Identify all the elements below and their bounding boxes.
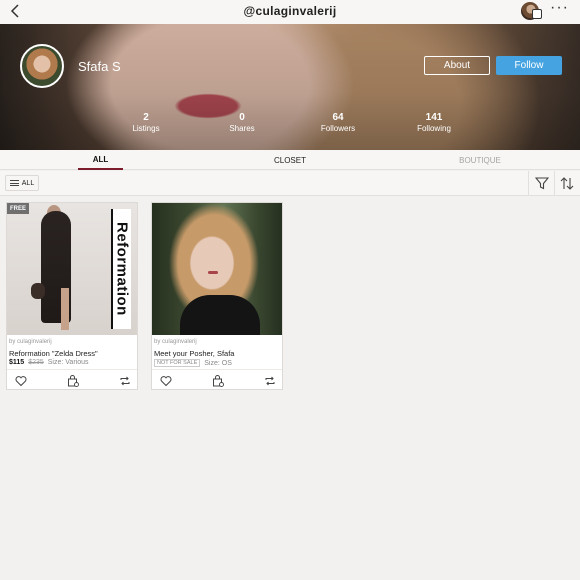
heart-icon[interactable] [15, 374, 27, 387]
listing-size: Size: Various [47, 359, 89, 366]
stat-value: 2 [143, 112, 149, 123]
top-bar: @culaginvalerij ··· [0, 0, 580, 24]
profile-banner: Sfafa S About Follow 2 Listings 0 Shares… [0, 24, 580, 150]
listing-image[interactable] [152, 203, 282, 335]
stat-following[interactable]: 141 Following [404, 112, 464, 133]
follow-button[interactable]: Follow [496, 56, 562, 75]
funnel-icon[interactable] [534, 177, 550, 190]
divider [528, 171, 529, 196]
listing-title[interactable]: Meet your Posher, Sfafa [154, 349, 234, 358]
banner-overlay [0, 24, 580, 150]
not-for-sale-badge: NOT FOR SALE [154, 359, 201, 367]
stat-label: Listings [132, 124, 160, 133]
heart-icon[interactable] [160, 374, 172, 387]
tab-all[interactable]: ALL [78, 150, 123, 170]
page-title: @culaginvalerij [243, 4, 337, 18]
listing-actions [152, 369, 282, 389]
share-icon[interactable] [264, 374, 276, 386]
listing-original-price: $235 [28, 359, 44, 366]
stat-followers[interactable]: 64 Followers [308, 112, 368, 133]
stat-value: 141 [425, 112, 443, 123]
bag-icon[interactable] [532, 9, 542, 19]
profile-avatar[interactable] [20, 44, 64, 88]
tab-boutique[interactable]: BOUTIQUE [448, 150, 512, 170]
listing-title[interactable]: Reformation "Zelda Dress" [9, 349, 98, 358]
stat-listings[interactable]: 2 Listings [116, 112, 176, 133]
listing-image[interactable]: Reformation FREE [7, 203, 137, 335]
menu-lines-icon [9, 180, 19, 186]
stat-value: 64 [332, 112, 344, 123]
listing-card[interactable]: by culaginvalerij Meet your Posher, Sfaf… [151, 202, 283, 390]
stat-label: Followers [320, 124, 356, 133]
listing-actions [7, 369, 137, 389]
sort-icon[interactable] [560, 177, 574, 190]
all-filter-button[interactable]: ALL [5, 175, 39, 191]
bundle-icon[interactable] [212, 374, 224, 387]
filter-bar: ALL [0, 171, 580, 196]
model-leg [61, 288, 69, 330]
free-badge: FREE [7, 203, 30, 214]
about-button[interactable]: About [424, 56, 490, 75]
listing-card[interactable]: Reformation FREE by culaginvalerij Refor… [6, 202, 138, 390]
profile-name: Sfafa S [78, 59, 121, 74]
more-icon[interactable]: ··· [550, 0, 574, 17]
listing-meta: NOT FOR SALE Size: OS [154, 359, 232, 367]
listing-seller[interactable]: by culaginvalerij [154, 339, 197, 345]
brand-panel: Reformation [111, 209, 131, 329]
listing-size: Size: OS [204, 359, 232, 367]
stat-label: Following [417, 124, 451, 133]
listing-price: $115 [9, 359, 25, 366]
portrait-lips [208, 271, 218, 274]
bundle-icon[interactable] [67, 374, 79, 387]
listing-meta: $115 $235 Size: Various [9, 359, 89, 366]
brand-text: Reformation [113, 222, 131, 316]
stat-shares[interactable]: 0 Shares [212, 112, 272, 133]
handbag [31, 283, 45, 299]
portrait-body [180, 295, 260, 335]
tab-closet[interactable]: CLOSET [260, 150, 320, 170]
stat-value: 0 [239, 112, 245, 123]
stat-label: Shares [229, 124, 255, 133]
tab-bar: ALL CLOSET BOUTIQUE [0, 150, 580, 170]
listing-seller[interactable]: by culaginvalerij [9, 339, 52, 345]
all-filter-label: ALL [21, 179, 35, 187]
share-icon[interactable] [119, 374, 131, 386]
divider [554, 171, 555, 196]
